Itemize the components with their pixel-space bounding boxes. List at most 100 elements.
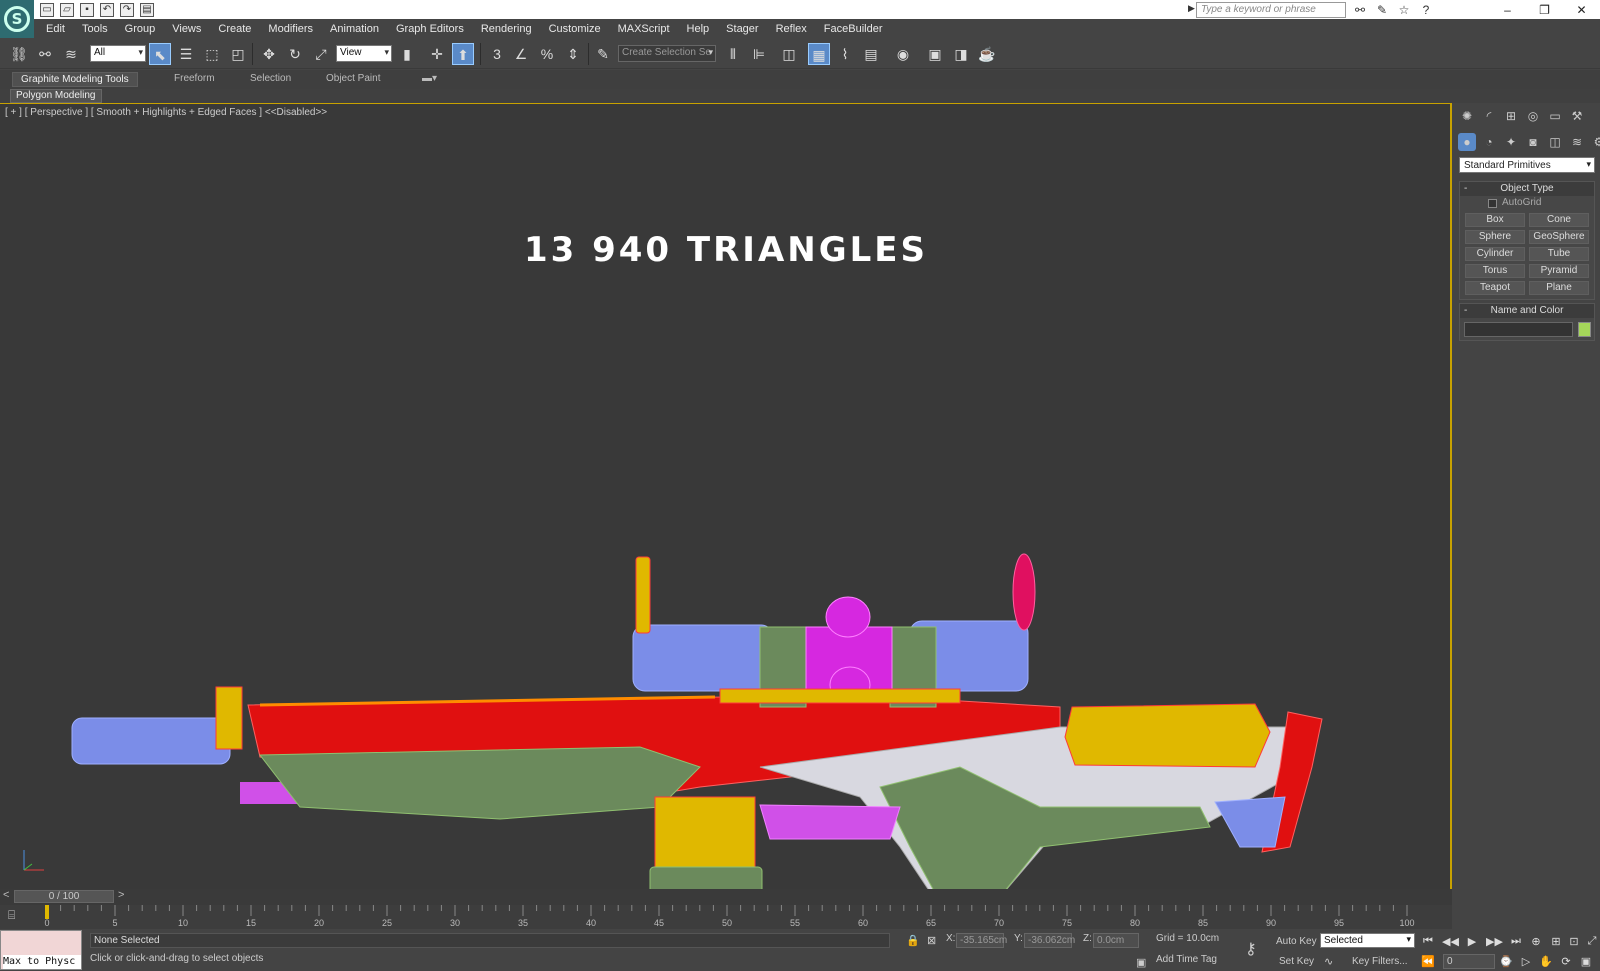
object-type-header[interactable]: - Object Type — [1460, 182, 1594, 196]
snaps-toggle-icon[interactable]: 3 — [486, 43, 508, 65]
keyboard-shortcut-override-icon[interactable]: ⬆ — [452, 43, 474, 65]
schematic-view-icon[interactable]: ▤ — [860, 43, 882, 65]
zoom-icon[interactable]: ⊕ — [1528, 935, 1544, 948]
redo-icon[interactable]: ↷ — [120, 3, 134, 17]
name-and-color-header[interactable]: - Name and Color — [1460, 304, 1594, 318]
open-file-icon[interactable]: ▱ — [60, 3, 74, 17]
search-input[interactable]: Type a keyword or phrase — [1196, 2, 1346, 18]
polygon-modeling-panel[interactable]: Polygon Modeling — [10, 89, 102, 103]
geosphere-button[interactable]: GeoSphere — [1529, 230, 1589, 244]
rectangular-selection-icon[interactable]: ⬚ — [201, 43, 223, 65]
ribbon-tab-graphite-modeling-tools[interactable]: Graphite Modeling Tools — [12, 72, 138, 87]
bind-space-warp-icon[interactable]: ≋ — [60, 43, 82, 65]
key-mode-dropdown[interactable]: Selected ▾ — [1320, 933, 1415, 948]
ribbon-options-icon[interactable]: ▬▾ — [414, 72, 445, 87]
scale-icon[interactable]: ⤢ — [310, 43, 332, 65]
star-icon[interactable]: ☆ — [1396, 2, 1412, 18]
utilities-tab-icon[interactable]: ⚒ — [1568, 107, 1586, 125]
absolute-mode-icon[interactable]: ⊠ — [927, 934, 936, 947]
maximize-viewport-icon[interactable]: ⤢ — [1584, 935, 1600, 948]
hierarchy-tab-icon[interactable]: ⊞ — [1502, 107, 1520, 125]
menu-group[interactable]: Group — [125, 23, 156, 35]
pan-view-icon[interactable]: ✋ — [1538, 955, 1554, 968]
space-warps-icon[interactable]: ≋ — [1568, 133, 1586, 151]
display-tab-icon[interactable]: ▭ — [1546, 107, 1564, 125]
undo-icon[interactable]: ↶ — [100, 3, 114, 17]
menu-tools[interactable]: Tools — [82, 23, 108, 35]
menu-stager[interactable]: Stager — [726, 23, 758, 35]
curve-editor-icon[interactable]: ⌇ — [834, 43, 856, 65]
time-config-icon[interactable]: ⌚ — [1498, 955, 1514, 968]
object-color-swatch[interactable] — [1578, 322, 1591, 337]
time-slider-thumb[interactable]: 0 / 100 — [14, 890, 114, 903]
menu-create[interactable]: Create — [218, 23, 251, 35]
helpers-icon[interactable]: ◫ — [1546, 133, 1564, 151]
y-coordinate-field[interactable]: -36.062cm — [1024, 933, 1075, 948]
unlink-icon[interactable]: ⚯ — [34, 43, 56, 65]
ribbon-tab-freeform[interactable]: Freeform — [166, 72, 223, 87]
current-frame-field[interactable]: 0 — [1443, 954, 1495, 969]
project-folder-icon[interactable]: ▤ — [140, 3, 154, 17]
zoom-extents-icon[interactable]: ⊡ — [1566, 935, 1582, 948]
percent-snap-icon[interactable]: % — [536, 43, 558, 65]
menu-reflex[interactable]: Reflex — [776, 23, 807, 35]
menu-modifiers[interactable]: Modifiers — [268, 23, 313, 35]
angle-snap-icon[interactable]: ∠ — [510, 43, 532, 65]
layer-manager-icon[interactable]: ◫ — [778, 43, 800, 65]
menu-edit[interactable]: Edit — [46, 23, 65, 35]
manipulate-icon[interactable]: ✛ — [426, 43, 448, 65]
set-keys-icon[interactable]: ⚷ — [1245, 939, 1257, 959]
motion-tab-icon[interactable]: ◎ — [1524, 107, 1542, 125]
mirror-icon[interactable]: ⫴ — [722, 43, 744, 65]
menu-animation[interactable]: Animation — [330, 23, 379, 35]
rotate-icon[interactable]: ↻ — [284, 43, 306, 65]
menu-rendering[interactable]: Rendering — [481, 23, 532, 35]
window-crossing-icon[interactable]: ◰ — [227, 43, 249, 65]
save-file-icon[interactable]: ▪ — [80, 3, 94, 17]
previous-key-icon[interactable]: ◀◀ — [1442, 935, 1459, 948]
torus-button[interactable]: Torus — [1465, 264, 1525, 278]
maximize-toggle-icon[interactable]: ▣ — [1578, 955, 1594, 968]
plane-button[interactable]: Plane — [1529, 281, 1589, 295]
maxscript-listener[interactable]: Max to Physc — [0, 930, 82, 970]
material-editor-icon[interactable]: ◉ — [892, 43, 914, 65]
menu-views[interactable]: Views — [172, 23, 201, 35]
render-setup-icon[interactable]: ▣ — [924, 43, 946, 65]
lights-icon[interactable]: ✦ — [1502, 133, 1520, 151]
zoom-all-icon[interactable]: ⊞ — [1548, 935, 1564, 948]
align-icon[interactable]: ⊫ — [748, 43, 770, 65]
menu-maxscript[interactable]: MAXScript — [618, 23, 670, 35]
spinner-snap-icon[interactable]: ⇕ — [562, 43, 584, 65]
time-tag-icon[interactable]: ▣ — [1136, 956, 1146, 969]
menu-customize[interactable]: Customize — [549, 23, 601, 35]
orbit-icon[interactable]: ⟳ — [1558, 955, 1574, 968]
menu-graph-editors[interactable]: Graph Editors — [396, 23, 464, 35]
autogrid-checkbox[interactable]: AutoGrid — [1460, 196, 1594, 210]
cylinder-button[interactable]: Cylinder — [1465, 247, 1525, 261]
play-icon[interactable]: ▶ — [1464, 935, 1480, 948]
previous-frame-icon[interactable]: < — [3, 889, 9, 901]
key-filters-button[interactable]: Key Filters... — [1352, 956, 1408, 967]
reference-coordinate-dropdown[interactable]: View ▾ — [336, 45, 392, 62]
new-file-icon[interactable]: ▭ — [40, 3, 54, 17]
track-bar[interactable]: ⌸ 0 5 10 15 20 25 30 35 40 45 50 55 60 65 70 75 80 85 90 95… — [0, 905, 1452, 929]
field-of-view-icon[interactable]: ▷ — [1518, 955, 1534, 968]
perspective-viewport[interactable]: [ + ] [ Perspective ] [ Smooth + Highlig… — [0, 103, 1452, 890]
box-button[interactable]: Box — [1465, 213, 1525, 227]
help-icon[interactable]: ? — [1418, 2, 1434, 18]
pivot-center-icon[interactable]: ▮ — [396, 43, 418, 65]
lock-selection-icon[interactable]: 🔒 — [906, 934, 920, 947]
ribbon-tab-object-paint[interactable]: Object Paint — [318, 72, 388, 87]
cone-button[interactable]: Cone — [1529, 213, 1589, 227]
default-tangents-icon[interactable]: ∿ — [1324, 955, 1333, 968]
binoculars-icon[interactable]: ⚯ — [1352, 2, 1368, 18]
teapot-button[interactable]: Teapot — [1465, 281, 1525, 295]
geometry-icon[interactable]: ● — [1458, 133, 1476, 151]
minimize-icon[interactable]: – — [1489, 0, 1526, 20]
modify-tab-icon[interactable]: ◜ — [1480, 107, 1498, 125]
primitive-category-dropdown[interactable]: Standard Primitives ▾ — [1459, 157, 1595, 173]
key-mode-toggle-icon[interactable]: ⏪ — [1420, 955, 1436, 968]
graphite-ribbon-toggle-icon[interactable]: ▦ — [808, 43, 830, 65]
auto-key-button[interactable]: Auto Key — [1276, 936, 1317, 947]
pyramid-button[interactable]: Pyramid — [1529, 264, 1589, 278]
